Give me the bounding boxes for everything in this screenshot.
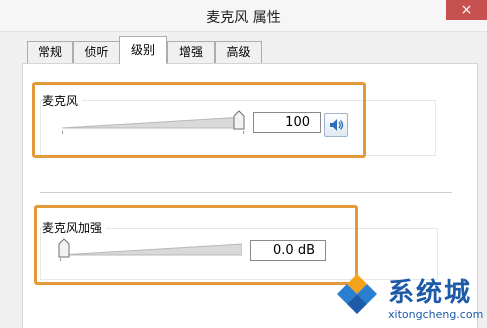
section-divider	[40, 192, 452, 193]
watermark-url: xitongcheng.com	[388, 308, 484, 321]
microphone-highlight	[32, 82, 366, 158]
brand-logo-icon	[337, 274, 377, 314]
tab-listen[interactable]: 侦听	[73, 41, 120, 63]
close-button[interactable]: ×	[446, 0, 487, 20]
tab-levels[interactable]: 级别	[119, 36, 167, 64]
tab-advanced[interactable]: 高级	[215, 41, 262, 63]
tab-enhancements[interactable]: 增强	[167, 41, 215, 63]
window-title: 麦克风 属性	[206, 10, 281, 26]
boost-highlight	[34, 205, 358, 285]
title-bar: 麦克风 属性 ×	[0, 0, 487, 32]
watermark-brand: 系统城	[388, 278, 473, 308]
tab-strip: 常规 侦听 级别 增强 高级	[0, 32, 487, 64]
tab-general[interactable]: 常规	[27, 41, 73, 63]
